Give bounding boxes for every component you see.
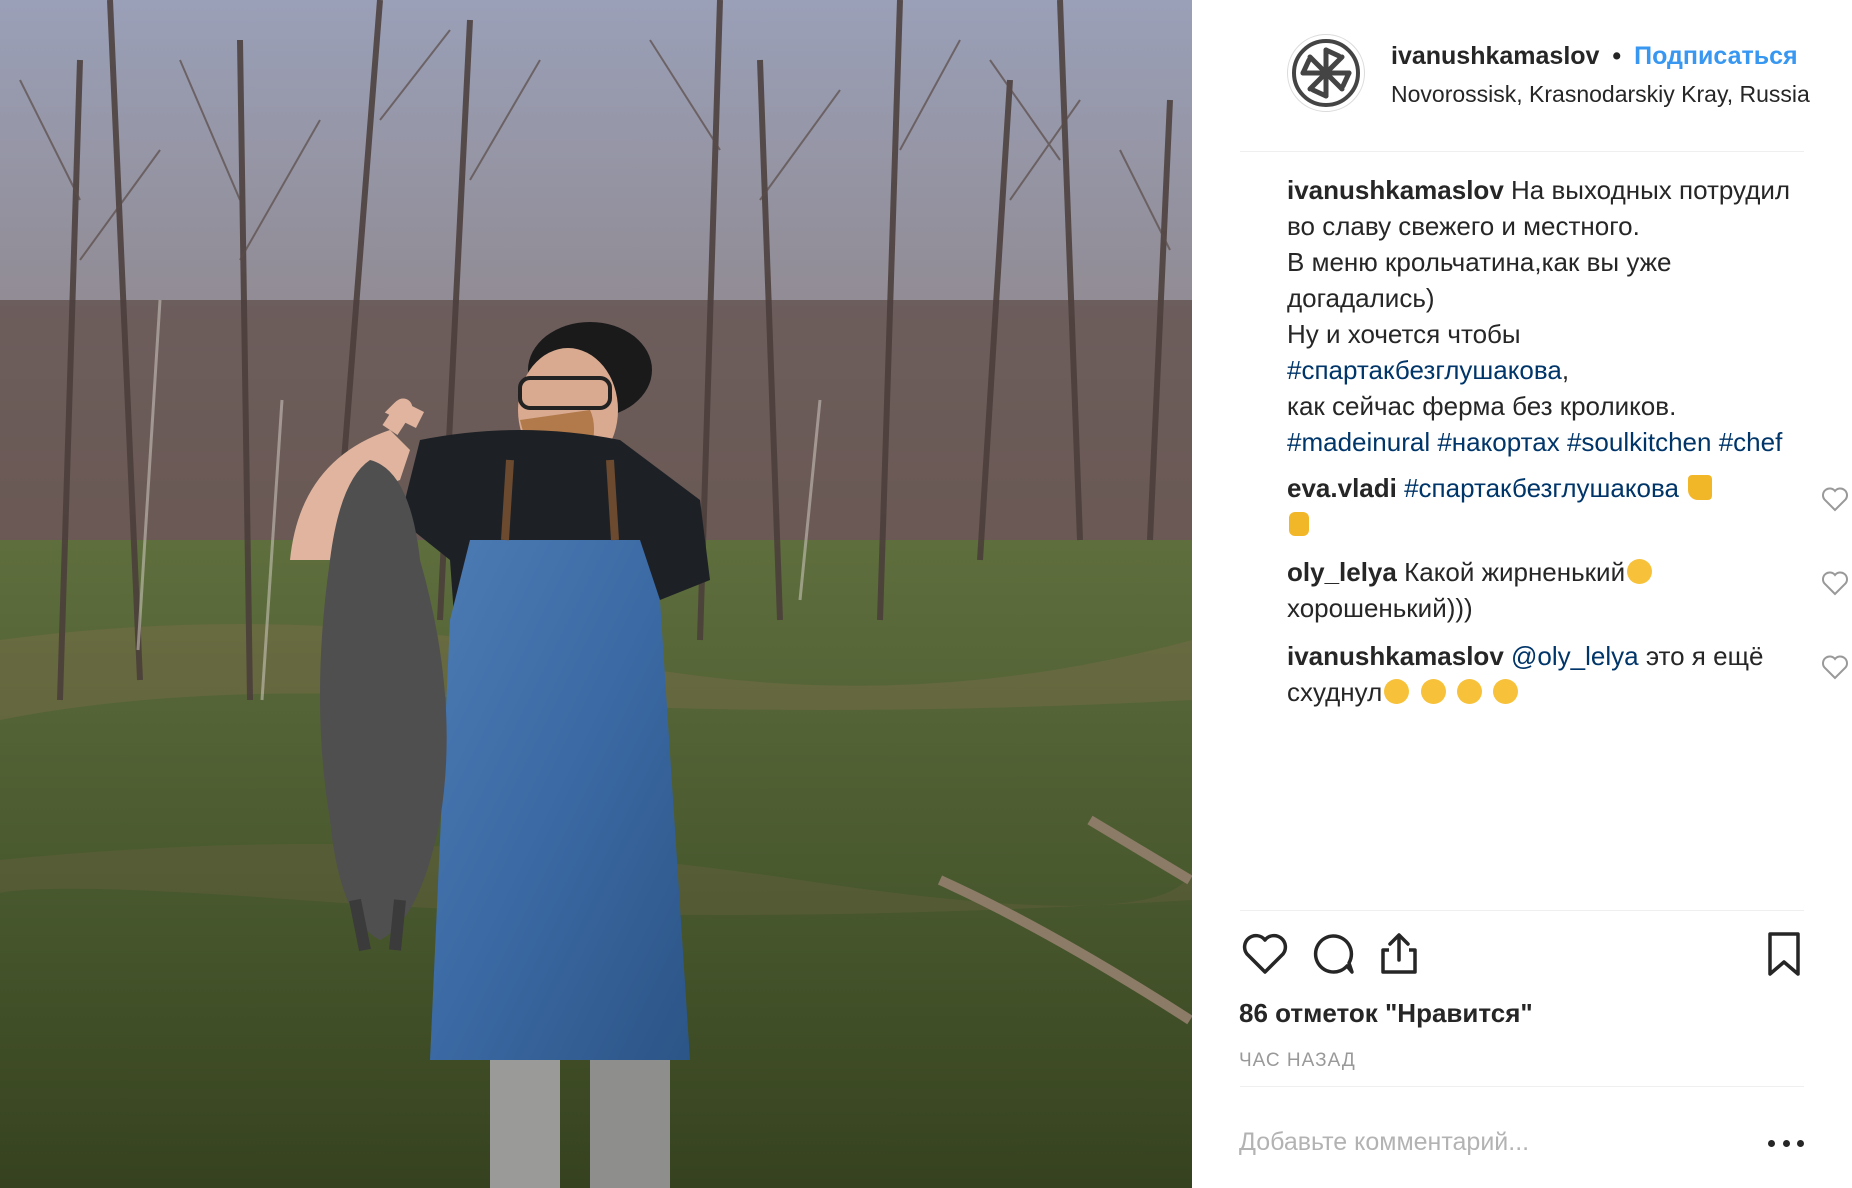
follow-button[interactable]: Подписаться — [1634, 42, 1797, 70]
post-sidebar: ivanushkamaslov • Подписаться Novorossis… — [1192, 0, 1852, 1188]
bookmark-icon — [1768, 932, 1800, 976]
comment-text: это я ещё — [1645, 641, 1764, 671]
post-photo — [0, 0, 1192, 1188]
thumbs-up-emoji — [1688, 475, 1713, 500]
caption-text-line: как сейчас ферма без кроликов. — [1287, 391, 1677, 421]
header-user-line: ivanushkamaslov • Подписаться — [1391, 42, 1798, 71]
save-button[interactable] — [1758, 928, 1810, 980]
more-options-button[interactable] — [1768, 1138, 1804, 1148]
post-timestamp[interactable]: ЧАС НАЗАД — [1239, 1050, 1356, 1072]
joy-emoji — [1456, 679, 1482, 704]
ok-hand-emoji — [1289, 512, 1309, 536]
comment-text: Какой жирненький — [1404, 557, 1626, 587]
divider — [1240, 1086, 1804, 1087]
caption-text-line: догадались) — [1287, 283, 1435, 313]
comment-username[interactable]: ivanushkamaslov — [1287, 641, 1504, 671]
action-bar — [1239, 928, 1804, 984]
hashtag-link[interactable]: #спартакбезглушакова — [1287, 355, 1562, 385]
comment-username[interactable]: eva.vladi — [1287, 473, 1397, 503]
add-comment-input[interactable] — [1239, 1128, 1719, 1157]
caption-text-line: На выходных потрудил — [1511, 175, 1791, 205]
share-icon — [1381, 933, 1417, 974]
comment-text: хорошенький))) — [1287, 593, 1473, 623]
post-header: ivanushkamaslov • Подписаться Novorossis… — [1240, 34, 1810, 152]
header-username[interactable]: ivanushkamaslov — [1391, 42, 1599, 70]
comment-button[interactable] — [1307, 928, 1359, 980]
like-comment-heart-icon[interactable] — [1821, 486, 1849, 512]
comment-text: схуднул — [1287, 677, 1383, 707]
more-dot-icon — [1782, 1139, 1790, 1147]
caption-text-line: Ну и хочется чтобы — [1287, 319, 1521, 349]
mention-link[interactable]: @oly_lelya — [1511, 641, 1639, 671]
comment-item: oly_lelya Какой жирненький хорошенький))… — [1287, 554, 1849, 626]
smiling-face-emoji — [1627, 559, 1653, 584]
divider — [1240, 910, 1804, 911]
rofl-emoji — [1420, 679, 1446, 704]
more-dot-icon — [1797, 1139, 1804, 1147]
caption-text-line: В меню крольчатина,как вы уже — [1287, 247, 1672, 277]
caption-comma: , — [1561, 355, 1570, 385]
joy-emoji — [1384, 679, 1410, 704]
avatar[interactable] — [1287, 34, 1365, 112]
like-comment-heart-icon[interactable] — [1821, 654, 1849, 680]
caption: ivanushkamaslov На выходных потрудил во … — [1287, 172, 1852, 460]
caption-text-line: во славу свежего и местного. — [1287, 211, 1640, 241]
rofl-emoji — [1492, 679, 1518, 704]
hashtag-link[interactable]: #спартакбезглушакова — [1404, 473, 1679, 503]
hashtag-link[interactable]: #накортах — [1437, 427, 1559, 457]
heart-icon — [1242, 933, 1288, 974]
comment-icon — [1313, 934, 1354, 974]
like-comment-heart-icon[interactable] — [1821, 570, 1849, 596]
like-button[interactable] — [1239, 928, 1291, 980]
hashtag-link[interactable]: #madeinural — [1287, 427, 1430, 457]
separator-dot: • — [1612, 42, 1622, 70]
location-link[interactable]: Novorossisk, Krasnodarskiy Kray, Russia — [1391, 81, 1810, 108]
likes-count[interactable]: 86 отметок "Нравится" — [1239, 998, 1533, 1029]
comments-list: ivanushkamaslov На выходных потрудил во … — [1240, 172, 1848, 710]
hashtag-link[interactable]: #chef — [1719, 427, 1783, 457]
more-dot-icon — [1768, 1139, 1775, 1147]
comment-item: ivanushkamaslov @oly_lelya это я ещё сху… — [1287, 638, 1849, 710]
comment-username[interactable]: oly_lelya — [1287, 557, 1397, 587]
hashtag-link[interactable]: #soulkitchen — [1567, 427, 1712, 457]
caption-username[interactable]: ivanushkamaslov — [1287, 175, 1504, 205]
kolovrat-symbol-icon — [1292, 39, 1360, 107]
comment-item: eva.vladi #спартакбезглушакова — [1287, 470, 1849, 542]
share-button[interactable] — [1373, 928, 1425, 980]
